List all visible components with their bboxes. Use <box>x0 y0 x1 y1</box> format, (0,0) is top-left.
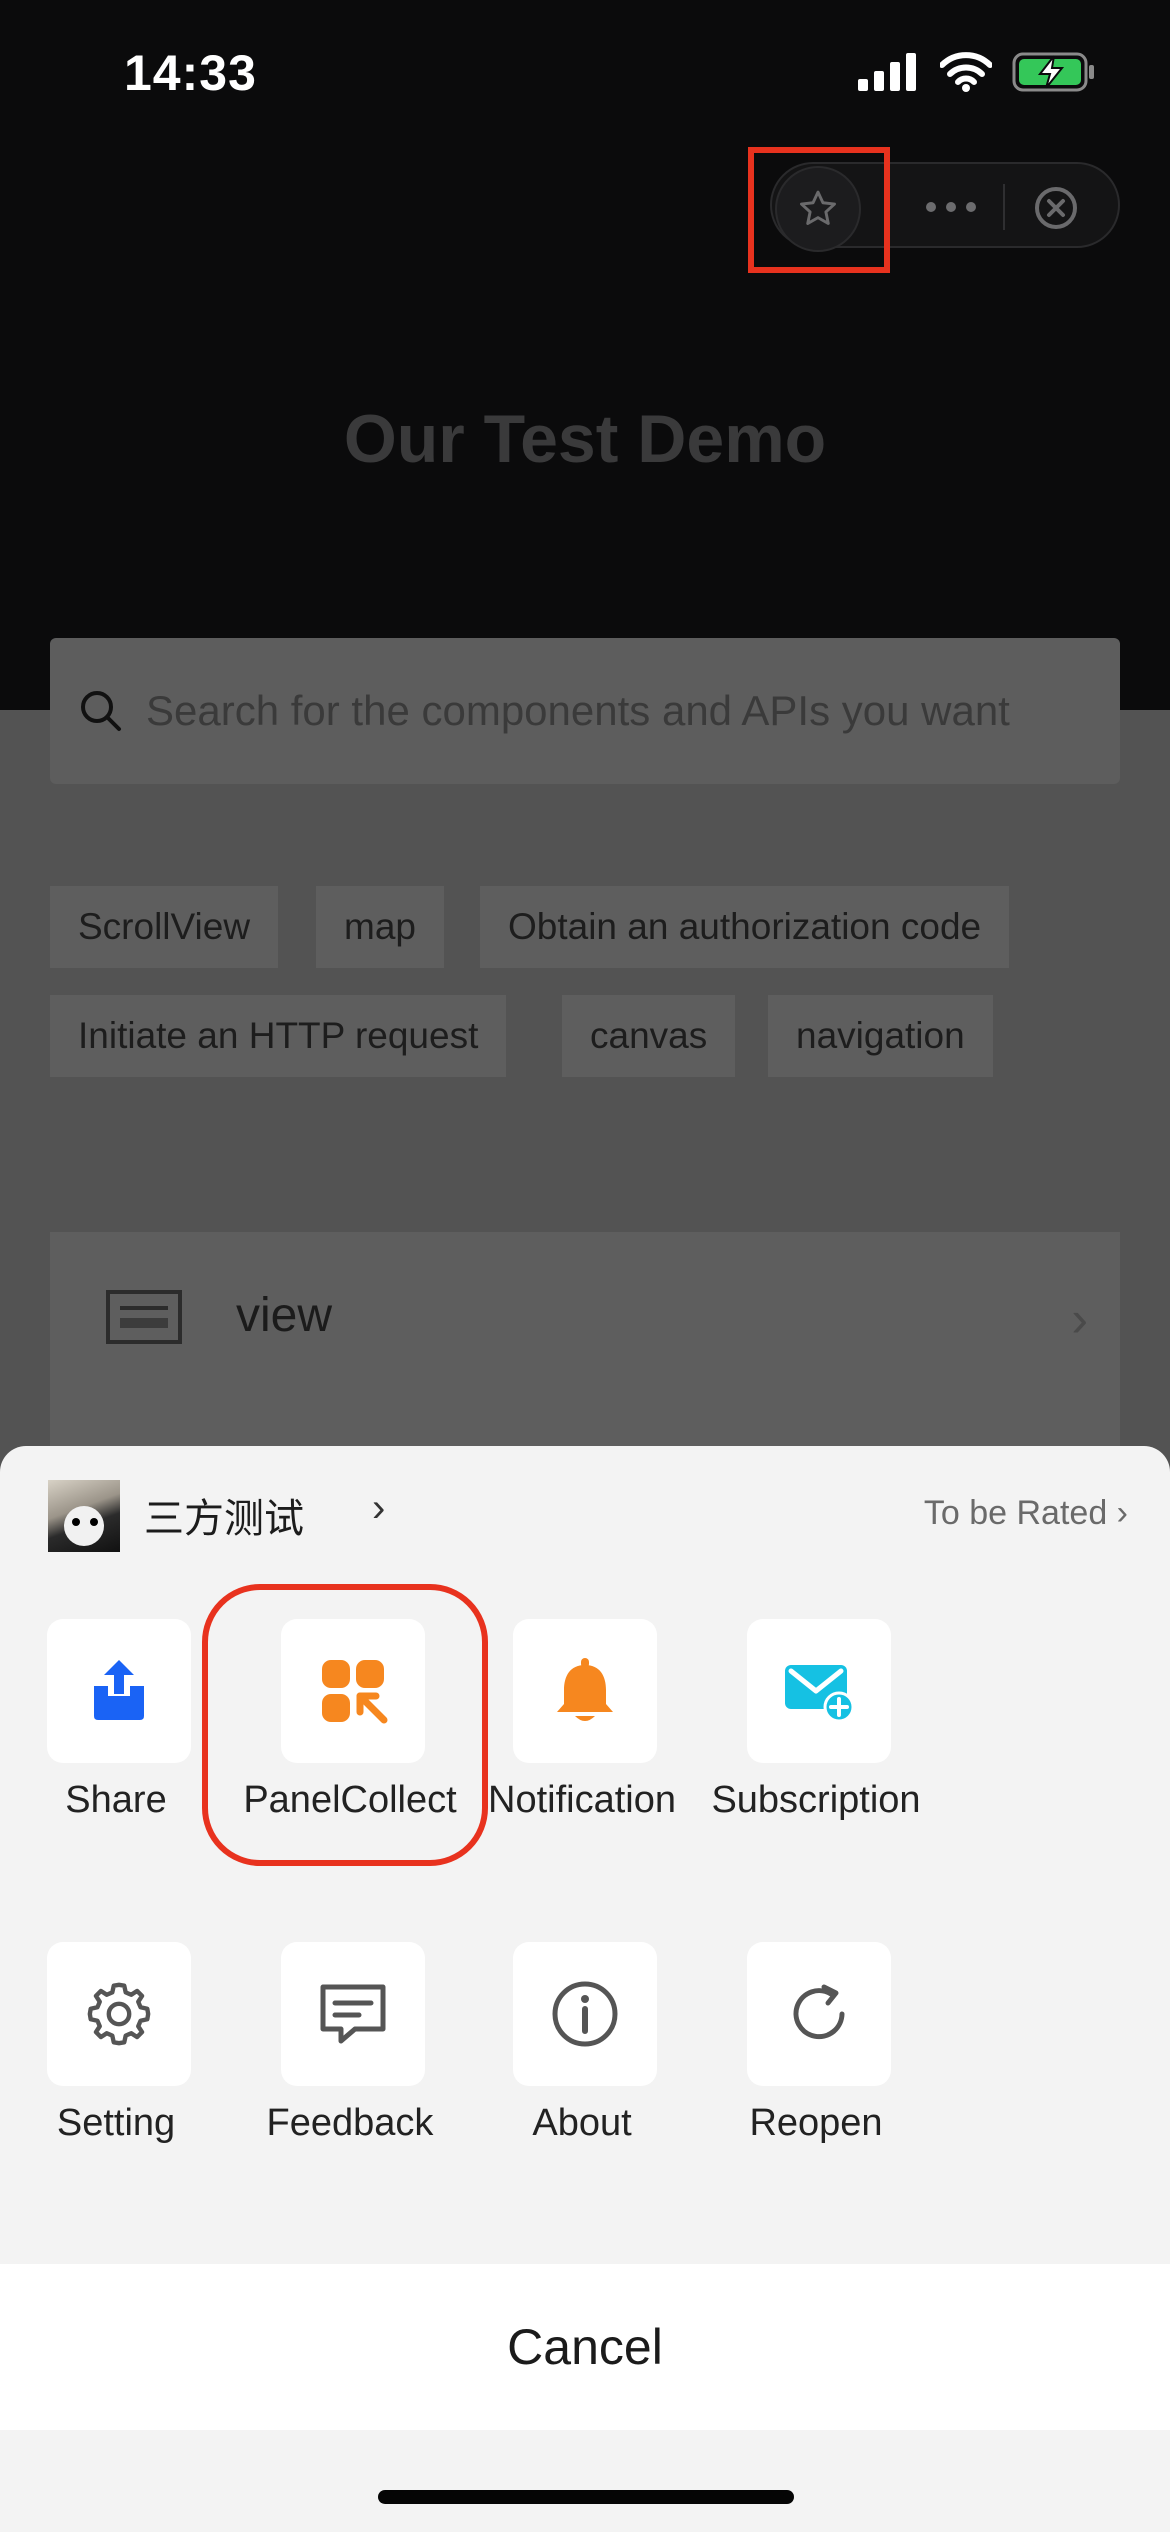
page-title: Our Test Demo <box>343 401 827 477</box>
about-action[interactable]: About <box>510 1942 660 2144</box>
avatar-eye <box>90 1518 98 1526</box>
tag-canvas[interactable]: canvas <box>562 995 736 1077</box>
more-options-button[interactable] <box>915 182 987 232</box>
avatar-eye <box>72 1518 80 1526</box>
view-component-icon <box>106 1290 182 1344</box>
app-name: 三方测试 <box>144 1496 304 1542</box>
subscription-action[interactable]: Subscription <box>711 1619 921 1821</box>
info-icon <box>552 1981 618 2047</box>
notification-label: Notification <box>488 1779 676 1821</box>
list-item-view[interactable]: view › <box>50 1232 1120 1452</box>
reopen-label: Reopen <box>749 2102 883 2144</box>
dot <box>946 202 956 212</box>
notification-tile[interactable] <box>513 1619 657 1763</box>
search-icon <box>81 691 121 731</box>
share-icon <box>94 1660 144 1720</box>
chevron-right-icon: › <box>1071 1291 1088 1347</box>
capsule-divider <box>1003 184 1005 230</box>
feedback-action[interactable]: Feedback <box>267 1942 433 2144</box>
setting-label: Setting <box>56 2102 176 2144</box>
tag-scrollview[interactable]: ScrollView <box>50 886 279 968</box>
subscription-label: Subscription <box>711 1779 921 1821</box>
reopen-tile[interactable] <box>747 1942 891 2086</box>
reopen-action[interactable]: Reopen <box>744 1942 894 2144</box>
about-tile[interactable] <box>513 1942 657 2086</box>
battery-charging-icon <box>1012 52 1094 92</box>
dot <box>966 202 976 212</box>
close-circle-icon <box>1035 187 1077 229</box>
subscription-mail-icon <box>785 1665 855 1723</box>
notification-action[interactable]: Notification <box>488 1619 676 1821</box>
home-indicator <box>378 2490 794 2504</box>
wifi-icon <box>940 52 992 92</box>
favorite-highlight-box <box>748 147 890 273</box>
about-label: About <box>532 2102 632 2144</box>
tag-navigation[interactable]: navigation <box>768 995 993 1077</box>
status-time: 14:33 <box>124 45 257 101</box>
reload-icon <box>793 1984 845 2040</box>
gear-icon <box>87 1982 151 2046</box>
tag-http-request[interactable]: Initiate an HTTP request <box>50 995 507 1077</box>
share-action[interactable]: Share <box>44 1619 194 1821</box>
signal-icon <box>858 53 916 91</box>
status-icons <box>858 52 1096 92</box>
page-header <box>0 0 1170 710</box>
sheet-header[interactable]: 三方测试 › To be Rated › <box>48 1480 1128 1556</box>
panel-collect-highlight-ring <box>202 1584 488 1866</box>
search-placeholder: Search for the components and APIs you w… <box>146 687 1010 734</box>
setting-action[interactable]: Setting <box>44 1942 194 2144</box>
app-avatar <box>48 1480 120 1552</box>
feedback-tile[interactable] <box>281 1942 425 2086</box>
search-input[interactable]: Search for the components and APIs you w… <box>50 638 1120 784</box>
chevron-right-icon: › <box>372 1486 386 1530</box>
close-miniapp-button[interactable] <box>1030 182 1082 234</box>
dot <box>926 202 936 212</box>
list-item-label: view <box>236 1289 333 1342</box>
feedback-label: Feedback <box>266 2102 434 2144</box>
tag-map[interactable]: map <box>316 886 444 968</box>
rating-status-link[interactable]: To be Rated › <box>924 1494 1128 1533</box>
setting-tile[interactable] <box>47 1942 191 2086</box>
subscription-tile[interactable] <box>747 1619 891 1763</box>
avatar-face <box>64 1506 104 1546</box>
bell-icon <box>557 1658 613 1721</box>
feedback-chat-icon <box>320 1984 386 2044</box>
share-tile[interactable] <box>47 1619 191 1763</box>
cancel-button[interactable]: Cancel <box>0 2264 1170 2430</box>
tag-authorization-code[interactable]: Obtain an authorization code <box>480 886 1010 968</box>
